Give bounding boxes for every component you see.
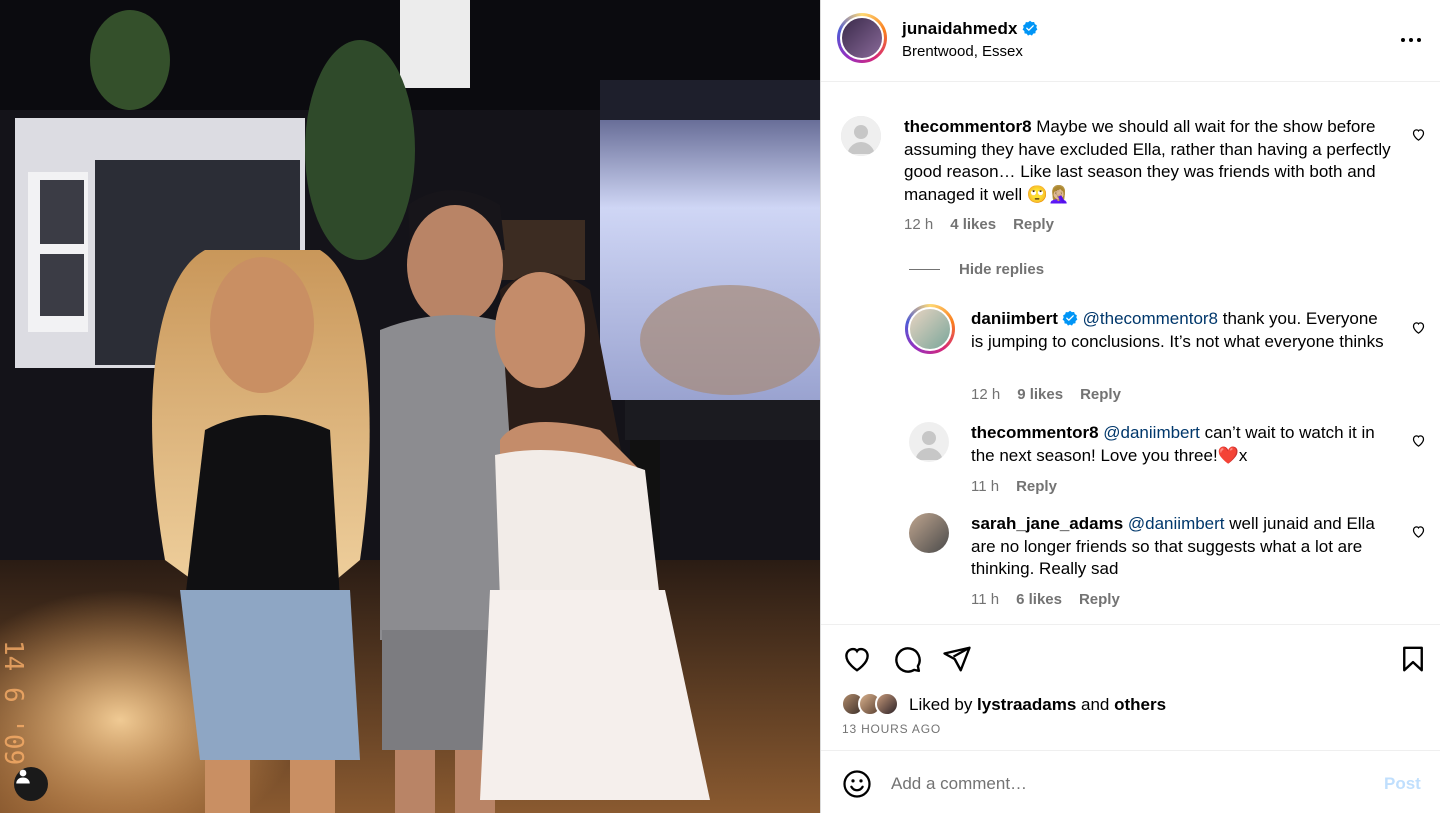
liked-by-others[interactable]: others [1114, 695, 1166, 714]
more-horizontal-icon[interactable] [1399, 28, 1423, 52]
liked-by-prefix: Liked by [909, 695, 978, 714]
comment-likes[interactable]: 4 likes [950, 216, 996, 233]
post-location[interactable]: Brentwood, Essex [902, 43, 1023, 60]
add-comment-bar: Post [821, 752, 1440, 813]
reply-mention[interactable]: @daniimbert [1128, 514, 1225, 533]
reply-reply-button[interactable]: Reply [1080, 386, 1121, 403]
hide-replies-button[interactable]: Hide replies [909, 261, 1044, 278]
reply-username[interactable]: thecommentor8 [971, 423, 1099, 442]
reply-time[interactable]: 11 h [971, 478, 999, 495]
default-avatar-icon [841, 116, 881, 156]
reply-time[interactable]: 11 h [971, 591, 999, 608]
author-avatar[interactable] [837, 13, 887, 63]
post-comment-button[interactable]: Post [1384, 774, 1421, 794]
emoji-smiley-icon[interactable] [842, 769, 872, 799]
reply-item: sarah_jane_adams @daniimbert well junaid… [821, 512, 1440, 612]
author-username[interactable]: junaidahmedx [902, 19, 1038, 39]
liker-avatar [875, 692, 899, 716]
comment-username[interactable]: thecommentor8 [904, 117, 1032, 136]
photo-illustration [0, 0, 820, 813]
bookmark-save-icon[interactable] [1398, 644, 1428, 674]
post-actions: Liked by lystraadams and others 13 HOURS… [821, 624, 1440, 751]
like-heart-icon[interactable] [842, 644, 872, 674]
reply-meta: 11 h 6 likes Reply [971, 591, 1120, 608]
reply-reply-button[interactable]: Reply [1079, 591, 1120, 608]
heart-icon[interactable] [1411, 127, 1426, 142]
reply-text: daniimbert @thecommentor8 thank you. Eve… [971, 308, 1391, 353]
reply-likes[interactable]: 9 likes [1017, 386, 1063, 403]
date-stamp: 14 6 '09 [0, 640, 28, 766]
comment-bubble-icon[interactable] [892, 644, 922, 674]
reply-avatar[interactable] [909, 422, 949, 462]
likers-avatars[interactable] [841, 692, 899, 716]
comment-input[interactable] [891, 770, 1351, 798]
verified-badge-icon [1022, 20, 1037, 36]
hide-replies-divider [909, 269, 940, 270]
heart-icon[interactable] [1411, 320, 1426, 335]
comment-text: thecommentor8 Maybe we should all wait f… [904, 116, 1396, 206]
reply-avatar[interactable] [909, 513, 949, 553]
commenter-avatar[interactable] [841, 116, 881, 156]
hide-replies-label: Hide replies [959, 261, 1045, 278]
liked-by-user[interactable]: lystraadams [977, 695, 1076, 714]
post-photo[interactable]: 14 6 '09 [0, 0, 820, 813]
reply-meta: 12 h 9 likes Reply [971, 386, 1121, 403]
user-icon [16, 769, 30, 784]
heart-icon[interactable] [1411, 433, 1426, 448]
tagged-users-button[interactable] [14, 767, 48, 801]
comment-meta: 12 h 4 likes Reply [904, 216, 1054, 233]
comments-list[interactable]: thecommentor8 Maybe we should all wait f… [821, 83, 1440, 624]
reply-time[interactable]: 12 h [971, 386, 1000, 403]
share-send-icon[interactable] [942, 644, 972, 674]
post-header: junaidahmedx Brentwood, Essex [821, 0, 1440, 82]
reply-item: daniimbert @thecommentor8 thank you. Eve… [821, 298, 1440, 403]
reply-username[interactable]: daniimbert [971, 309, 1058, 328]
reply-username[interactable]: sarah_jane_adams [971, 514, 1123, 533]
liked-by-and: and [1076, 695, 1115, 714]
comment-reply-button[interactable]: Reply [1013, 216, 1054, 233]
comment-item: thecommentor8 Maybe we should all wait f… [821, 83, 1440, 243]
post-detail-panel: junaidahmedx Brentwood, Essex thecomment… [820, 0, 1440, 813]
post-timestamp[interactable]: 13 HOURS AGO [842, 722, 941, 736]
heart-icon[interactable] [1411, 524, 1426, 539]
verified-badge-icon [1062, 310, 1078, 326]
reply-likes[interactable]: 6 likes [1016, 591, 1062, 608]
author-username-text[interactable]: junaidahmedx [902, 19, 1018, 38]
comment-time[interactable]: 12 h [904, 216, 933, 233]
reply-text: sarah_jane_adams @daniimbert well junaid… [971, 513, 1391, 581]
reply-item: thecommentor8 @daniimbert can’t wait to … [821, 421, 1440, 501]
default-avatar-icon [909, 422, 949, 462]
reply-text: thecommentor8 @daniimbert can’t wait to … [971, 422, 1391, 467]
reply-mention[interactable]: @thecommentor8 [1083, 309, 1218, 328]
reply-reply-button[interactable]: Reply [1016, 478, 1057, 495]
reply-mention[interactable]: @daniimbert [1103, 423, 1200, 442]
reply-meta: 11 h Reply [971, 478, 1057, 495]
reply-avatar[interactable] [905, 304, 955, 354]
liked-by-text: Liked by lystraadams and others [909, 695, 1166, 715]
